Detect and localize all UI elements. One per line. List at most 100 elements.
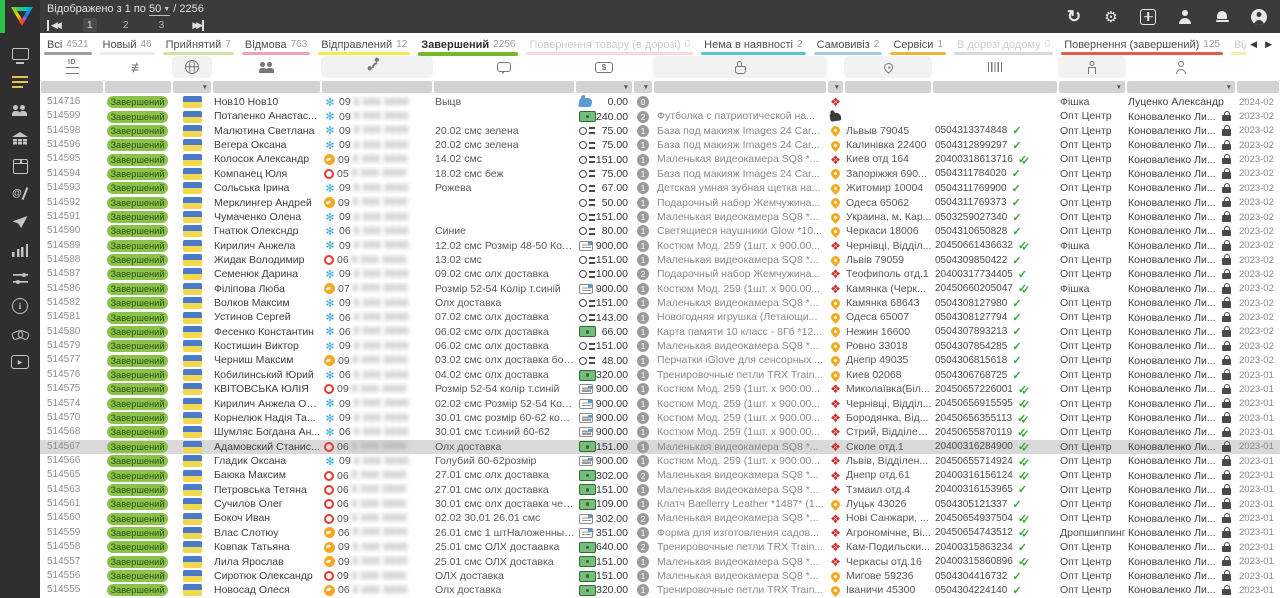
tab-scroll-right-icon[interactable]: ▶: [1265, 39, 1272, 50]
table-row[interactable]: 514586ЗавершенийФіліпова Люба078 888 888…: [40, 282, 1280, 296]
column-header-flag[interactable]: [172, 56, 212, 78]
sidebar-item-customers[interactable]: [0, 96, 40, 124]
per-page-dropdown[interactable]: 50▼: [149, 3, 170, 16]
table-row[interactable]: 514575ЗавершенийКВІТОВСЬКА ЮЛІЯ098 888 8…: [40, 382, 1280, 396]
table-row[interactable]: 514579ЗавершенийКостишин Виктор098 888 8…: [40, 339, 1280, 353]
table-row[interactable]: 514716ЗавершенийНов10 Нов10098 888 8888В…: [40, 95, 1280, 109]
topbar-support-button[interactable]: [1250, 8, 1268, 26]
last-page-button[interactable]: ▶▶: [186, 20, 204, 31]
table-row[interactable]: 514595ЗавершенийКолосок Александр098 888…: [40, 152, 1280, 166]
column-header-user[interactable]: [1126, 56, 1236, 78]
tab-scroll-left-icon[interactable]: ◀: [1250, 39, 1257, 50]
table-row[interactable]: 514558ЗавершенийКовпак Татьяна098 888 88…: [40, 540, 1280, 554]
tab-12[interactable]: Повернення (завершений)125: [1057, 33, 1227, 56]
filter-input-flag[interactable]: ▼: [173, 81, 211, 93]
sidebar-item-partners[interactable]: [0, 320, 40, 348]
filter-input-user[interactable]: ▼: [1127, 81, 1235, 93]
topbar-add-button[interactable]: [1139, 8, 1157, 26]
column-header-date[interactable]: [1236, 56, 1280, 78]
sidebar-item-tutorials[interactable]: [0, 348, 40, 376]
table-row[interactable]: 514560ЗавершенийБокоч Иван098 888 888802…: [40, 511, 1280, 525]
filter-input-name[interactable]: [213, 81, 320, 93]
table-row[interactable]: 514561ЗавершенийСучилов Олег068 888 8888…: [40, 497, 1280, 511]
tab-4[interactable]: Відмова763: [238, 33, 314, 56]
table-row[interactable]: 514591ЗавершенийЧумаченко Олена098 888 8…: [40, 210, 1280, 224]
table-row[interactable]: 514576ЗавершенийКобилинський Юрий068 888…: [40, 368, 1280, 382]
table-row[interactable]: 514588ЗавершенийЖидак Володимир068 888 8…: [40, 253, 1280, 267]
sidebar-item-shipping[interactable]: [0, 180, 40, 208]
tab-2[interactable]: Новый46: [96, 33, 159, 56]
column-header-shipicon[interactable]: [827, 56, 844, 78]
table-row[interactable]: 514563ЗавершенийПетровська Тетяна068 888…: [40, 483, 1280, 497]
table-row[interactable]: 514592ЗавершенийМерклингер Андрей098 888…: [40, 196, 1280, 210]
filter-input-date[interactable]: [1237, 81, 1279, 93]
sidebar-item-warehouse[interactable]: [0, 124, 40, 152]
column-header-amount[interactable]: [575, 56, 633, 78]
table-row[interactable]: 514567ЗавершенийАдамовский Станис...068 …: [40, 440, 1280, 454]
filter-input-usertype[interactable]: ▼: [1059, 81, 1125, 93]
column-header-qty[interactable]: [633, 56, 653, 78]
tab-6[interactable]: Завершений2256: [414, 33, 522, 56]
tab-7[interactable]: Повернення товару (в дорозі)0: [522, 33, 697, 56]
page-button-1[interactable]: 1: [83, 18, 97, 32]
column-header-tracking[interactable]: [932, 56, 1058, 78]
tab-3[interactable]: Прийнятий7: [159, 33, 238, 56]
app-logo[interactable]: [0, 0, 40, 33]
table-row[interactable]: 514580ЗавершенийФесенко Константин068 88…: [40, 325, 1280, 339]
table-row[interactable]: 514599ЗавершенийПотапенко Анастас...098 …: [40, 109, 1280, 123]
table-row[interactable]: 514590ЗавершенийГнатюк Олексндр068 888 8…: [40, 224, 1280, 238]
table-row[interactable]: 514582ЗавершенийВолков Максим098 888 888…: [40, 296, 1280, 310]
table-row[interactable]: 514559ЗавершенийВлас Слотюу068 888 88882…: [40, 526, 1280, 540]
tab-1[interactable]: Всі4521: [40, 33, 96, 56]
column-header-name[interactable]: [212, 56, 321, 78]
table-row[interactable]: 514566ЗавершенийГладик Оксана098 888 888…: [40, 454, 1280, 468]
filter-input-phone[interactable]: [322, 81, 432, 93]
table-row[interactable]: 514555ЗавершенийНовосад Олеся068 888 888…: [40, 583, 1280, 597]
column-header-usertype[interactable]: [1058, 56, 1126, 78]
column-header-location[interactable]: [844, 56, 932, 78]
filter-input-shipicon[interactable]: ▼: [828, 81, 843, 93]
filter-input-tracking[interactable]: [933, 81, 1057, 93]
filter-input-status[interactable]: [105, 81, 171, 93]
tab-13[interactable]: Відпр: [1227, 33, 1246, 56]
tab-8[interactable]: Нема в наявності2: [697, 33, 809, 56]
table-row[interactable]: 514557ЗавершенийЛила Ярослав098 888 8888…: [40, 555, 1280, 569]
table-row[interactable]: 514593ЗавершенийСольська Ірина098 888 88…: [40, 181, 1280, 195]
sidebar-item-orders[interactable]: [0, 68, 40, 96]
table-row[interactable]: 514589ЗавершенийКирилич Анжела098 888 88…: [40, 239, 1280, 253]
table-row[interactable]: 514596ЗавершенийВегера Оксана098 888 888…: [40, 138, 1280, 152]
filter-input-amount[interactable]: ▼: [576, 81, 632, 93]
column-header-phone[interactable]: [321, 56, 433, 78]
page-button-3[interactable]: 3: [155, 18, 169, 32]
tab-9[interactable]: Самовивіз2: [810, 33, 887, 56]
topbar-notifications-button[interactable]: [1213, 8, 1231, 26]
sidebar-item-settings[interactable]: [0, 264, 40, 292]
column-header-status[interactable]: [104, 56, 172, 78]
table-row[interactable]: 514574ЗавершенийКирилич Анжела Ол...098 …: [40, 397, 1280, 411]
table-row[interactable]: 514556ЗавершенийСиротюк Олександр098 888…: [40, 569, 1280, 583]
sidebar-item-dashboard[interactable]: [0, 40, 40, 68]
column-header-product[interactable]: [653, 56, 827, 78]
topbar-profile-button[interactable]: [1176, 8, 1194, 26]
sidebar-item-statistics[interactable]: [0, 236, 40, 264]
sidebar-item-products[interactable]: [0, 152, 40, 180]
sidebar-item-marketing[interactable]: [0, 208, 40, 236]
page-button-2[interactable]: 2: [119, 18, 133, 32]
first-page-button[interactable]: ◀◀: [47, 20, 65, 31]
table-row[interactable]: 514570ЗавершенийКорнелюк Надія Та...098 …: [40, 411, 1280, 425]
filter-input-qty[interactable]: ▼: [634, 81, 652, 93]
tab-10[interactable]: Сервіси1: [886, 33, 950, 56]
topbar-refresh-button[interactable]: [1065, 8, 1083, 26]
filter-input-product[interactable]: [654, 81, 826, 93]
column-header-comment[interactable]: [433, 56, 575, 78]
tab-5[interactable]: Відправлений12: [314, 33, 414, 56]
table-row[interactable]: 514565ЗавершенийБаюка Максим068 888 8888…: [40, 468, 1280, 482]
table-row[interactable]: 514587ЗавершенийСеменюк Дарина098 888 88…: [40, 267, 1280, 281]
table-row[interactable]: 514581ЗавершенийУстинов Сергей068 888 88…: [40, 310, 1280, 324]
filter-input-location[interactable]: [845, 81, 931, 93]
table-row[interactable]: 514568ЗавершенийШумляс Богдана Ан...068 …: [40, 425, 1280, 439]
filter-input-comment[interactable]: [434, 81, 574, 93]
table-row[interactable]: 514598ЗавершенийМалютина Светлана098 888…: [40, 124, 1280, 138]
tab-11[interactable]: В дорозі додому0: [950, 33, 1057, 56]
filter-input-id[interactable]: [41, 81, 103, 93]
